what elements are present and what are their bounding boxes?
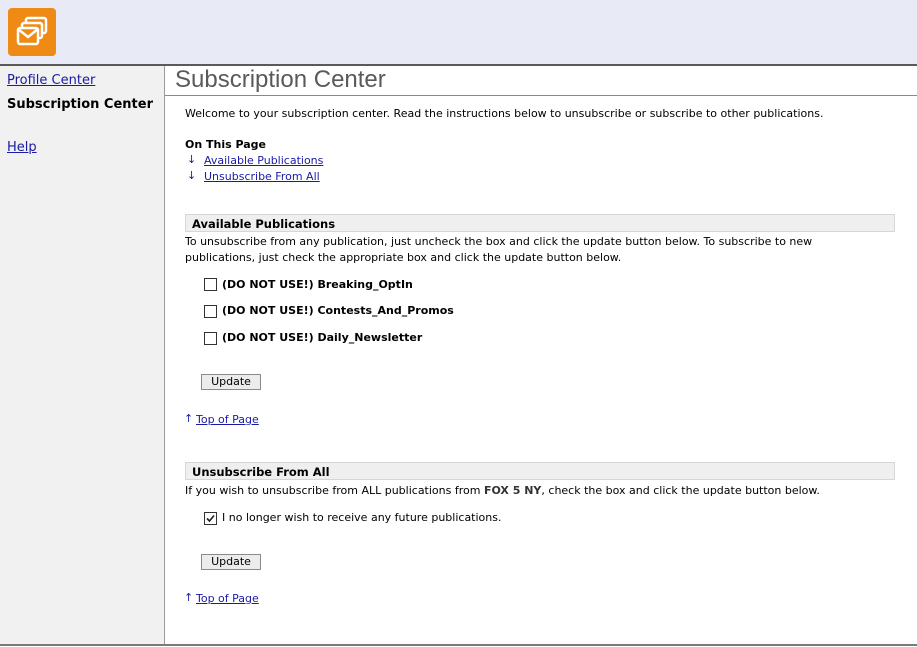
arrow-up-icon: ↑ (184, 412, 194, 425)
publication-label: (DO NOT USE!) Daily_Newsletter (222, 331, 423, 344)
arrow-down-icon: ↓ (187, 169, 197, 182)
header-bar (0, 0, 917, 66)
toc-link-unsubscribe-from-all[interactable]: Unsubscribe From All (204, 169, 320, 185)
update-unsubscribe-button[interactable]: Update (201, 554, 261, 570)
checkmark-icon (206, 514, 215, 523)
available-publications-heading: Available Publications (185, 214, 895, 232)
title-divider (165, 95, 917, 96)
main-content: Subscription Center Welcome to your subs… (165, 66, 917, 644)
sidebar-item-help[interactable]: Help (7, 140, 37, 155)
arrow-down-icon: ↓ (187, 153, 197, 166)
unsubscribe-all-label: I no longer wish to receive any future p… (222, 511, 502, 524)
page-title: Subscription Center (175, 66, 386, 93)
sidebar-item-subscription-center: Subscription Center (7, 97, 153, 112)
brand-name: FOX 5 NY (483, 484, 542, 497)
available-instructions-line1: To unsubscribe from any publication, jus… (185, 235, 813, 248)
top-of-page-link[interactable]: Top of Page (196, 591, 259, 607)
sidebar-item-profile-center[interactable]: Profile Center (7, 73, 95, 88)
envelope-stack-icon (16, 16, 48, 46)
publication-checkbox-daily-newsletter[interactable] (204, 332, 217, 345)
logo (8, 8, 56, 56)
publication-checkbox-breaking-optin[interactable] (204, 278, 217, 291)
unsubscribe-instructions: If you wish to unsubscribe from ALL publ… (185, 484, 820, 497)
available-instructions-line2: publications, just check the appropriate… (185, 251, 622, 264)
arrow-up-icon: ↑ (184, 591, 194, 604)
publication-label: (DO NOT USE!) Contests_And_Promos (222, 304, 454, 317)
unsubscribe-all-checkbox[interactable] (204, 512, 217, 525)
publication-checkbox-contests-and-promos[interactable] (204, 305, 217, 318)
sidebar: Profile Center Subscription Center Help (0, 66, 165, 644)
publication-label: (DO NOT USE!) Breaking_OptIn (222, 278, 413, 291)
unsubscribe-from-all-heading: Unsubscribe From All (185, 462, 895, 480)
toc-link-available-publications[interactable]: Available Publications (204, 153, 323, 169)
top-of-page-link[interactable]: Top of Page (196, 412, 259, 428)
welcome-text: Welcome to your subscription center. Rea… (185, 107, 824, 120)
on-this-page-heading: On This Page (185, 138, 267, 151)
footer-divider (0, 644, 917, 646)
update-publications-button[interactable]: Update (201, 374, 261, 390)
